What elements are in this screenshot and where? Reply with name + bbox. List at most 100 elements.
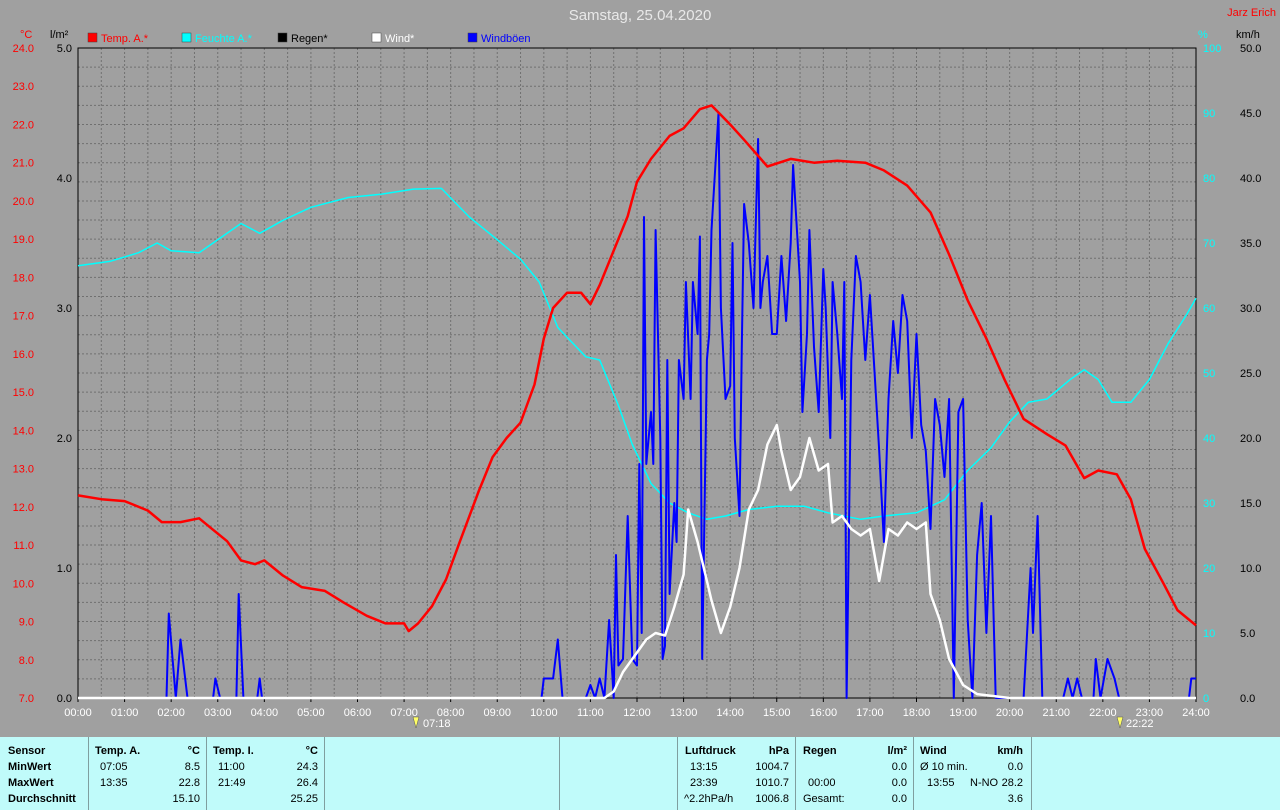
x-tick-label: 13:00 — [670, 707, 698, 719]
rain-total-label: Gesamt: — [803, 793, 845, 805]
wind-max-dir: N-NO — [970, 777, 999, 789]
divider — [324, 737, 325, 810]
divider — [206, 737, 207, 810]
pressure-max-time: 23:39 — [690, 777, 718, 789]
humidity-tick-label: 100 — [1203, 43, 1221, 55]
temp-tick-label: 11.0 — [13, 540, 34, 552]
temp-tick-label: 12.0 — [13, 502, 34, 514]
wind-unit-label: km/h — [1236, 29, 1260, 41]
wind-tick-label: 35.0 — [1240, 238, 1261, 250]
wind-tick-label: 45.0 — [1240, 108, 1261, 120]
sunset-marker: 22:22 — [1116, 716, 1154, 730]
humidity-tick-label: 30 — [1203, 498, 1215, 510]
weather-chart: 00:00 01:00 02:00 03:00 04:00 05:00 06:00 07:00… — [13, 7, 1276, 730]
temp-tick-label: 10.0 — [13, 578, 34, 590]
x-tick-label: 15:00 — [763, 707, 791, 719]
wind-tick-label: 0.0 — [1240, 693, 1255, 705]
rain-max-val: 0.0 — [891, 777, 907, 789]
legend-swatch — [277, 32, 288, 43]
temp-i-min-val: 24.3 — [296, 761, 318, 773]
rain-tick-label: 4.0 — [57, 173, 72, 185]
legend-label: Feuchte A.* — [195, 33, 253, 45]
wind-max-val: 28.2 — [1001, 777, 1023, 789]
temp-tick-label: 18.0 — [13, 272, 34, 284]
wind-unit: km/h — [997, 745, 1023, 757]
rain-tick-label: 0.0 — [57, 693, 72, 705]
sensor-header: Sensor — [8, 745, 46, 757]
humidity-tick-label: 0 — [1203, 693, 1209, 705]
sunrise-time: 07:18 — [423, 718, 451, 730]
x-tick-label: 03:00 — [204, 707, 232, 719]
rain-header: Regen — [803, 745, 837, 757]
humidity-tick-label: 20 — [1203, 563, 1215, 575]
divider — [913, 737, 914, 810]
x-tick-label: 00:00 — [64, 707, 92, 719]
divider — [88, 737, 89, 810]
temp-tick-label: 13.0 — [13, 464, 34, 476]
humidity-tick-label: 40 — [1203, 433, 1215, 445]
x-tick-label: 22:00 — [1089, 707, 1117, 719]
x-tick-label: 11:00 — [577, 707, 604, 719]
temp-tick-label: 15.0 — [13, 387, 34, 399]
wind-tick-label: 30.0 — [1240, 303, 1261, 315]
x-tick-label: 18:00 — [903, 707, 931, 719]
temp-tick-label: 20.0 — [13, 196, 34, 208]
wind-max-time: 13:55 — [927, 777, 955, 789]
temp-i-max-time: 21:49 — [218, 777, 246, 789]
rain-min-val: 0.0 — [891, 761, 907, 773]
x-tick-label: 10:00 — [530, 707, 558, 719]
humidity-tick-label: 10 — [1203, 628, 1215, 640]
chart-title: Samstag, 25.04.2020 — [569, 7, 712, 24]
temp-i-avg: 25.25 — [290, 793, 318, 805]
stats-panel: Sensor MinWert MaxWert Durchschnitt Temp… — [0, 737, 1280, 810]
temp-a-max-val: 22.8 — [178, 777, 200, 789]
temp-tick-label: 9.0 — [19, 617, 34, 629]
temp-a-min-val: 8.5 — [184, 761, 200, 773]
pressure-unit: hPa — [768, 745, 789, 757]
rain-tick-label: 2.0 — [57, 433, 72, 445]
legend-label: Temp. A.* — [101, 33, 149, 45]
wind-avg10: 0.0 — [1007, 761, 1023, 773]
wind-avg: 3.6 — [1007, 793, 1023, 805]
x-tick-label: 01:00 — [111, 707, 139, 719]
humidity-tick-label: 70 — [1203, 238, 1215, 250]
pressure-avg: 1006.8 — [755, 793, 789, 805]
pressure-max-val: 1010.7 — [755, 777, 789, 789]
temp-unit-label: °C — [20, 29, 32, 41]
temp-tick-label: 23.0 — [13, 81, 34, 93]
legend-swatch — [181, 32, 192, 43]
sunrise-marker: 07:18 — [412, 716, 451, 730]
x-tick-label: 14:00 — [716, 707, 744, 719]
temp-i-header: Temp. I. — [213, 745, 254, 757]
pressure-min-time: 13:15 — [690, 761, 718, 773]
humidity-tick-label: 60 — [1203, 303, 1215, 315]
humidity-unit-label: % — [1198, 29, 1208, 41]
wind-tick-label: 25.0 — [1240, 368, 1261, 380]
x-tick-label: 17:00 — [856, 707, 884, 719]
legend-label: Wind* — [385, 33, 415, 45]
rain-unit: l/m² — [887, 745, 907, 757]
legend-swatch — [87, 32, 98, 43]
humidity-tick-label: 50 — [1203, 368, 1215, 380]
x-tick-label: 04:00 — [251, 707, 279, 719]
temp-tick-label: 24.0 — [13, 43, 34, 55]
temp-tick-label: 19.0 — [13, 234, 34, 246]
legend-label: Regen* — [291, 33, 328, 45]
wind-tick-label: 50.0 — [1240, 43, 1261, 55]
temp-i-max-val: 26.4 — [296, 777, 318, 789]
divider — [1031, 737, 1032, 810]
sunset-time: 22:22 — [1126, 718, 1154, 730]
temp-tick-label: 22.0 — [13, 119, 34, 131]
wind-tick-label: 40.0 — [1240, 173, 1261, 185]
temp-tick-label: 14.0 — [13, 425, 34, 437]
temp-i-unit: °C — [305, 745, 318, 757]
wind-tick-label: 5.0 — [1240, 628, 1255, 640]
temp-a-unit: °C — [187, 745, 200, 757]
legend-label: Windböen — [481, 33, 531, 45]
x-tick-label: 21:00 — [1042, 707, 1070, 719]
x-tick-label: 02:00 — [157, 707, 185, 719]
wind-tick-label: 10.0 — [1240, 563, 1261, 575]
temp-a-avg: 15.10 — [172, 793, 200, 805]
legend-swatch — [371, 32, 382, 43]
temp-tick-label: 8.0 — [19, 655, 34, 667]
